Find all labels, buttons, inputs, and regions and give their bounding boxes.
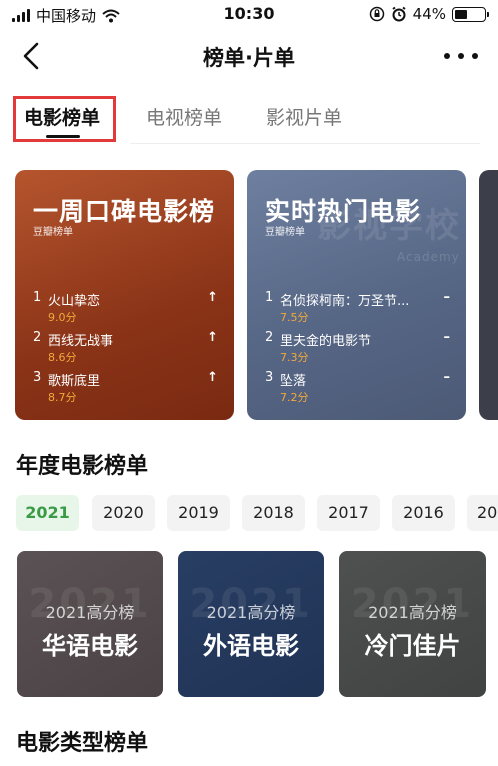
list-item[interactable]: 2 里夫金的电影节 7.3分 – [265, 330, 450, 370]
annual-card-foreign[interactable]: 2021 2021高分榜 外语电影 [178, 551, 324, 697]
year-chip-2018[interactable]: 2018 [242, 495, 305, 531]
movie-score: 7.2分 [280, 391, 309, 404]
annual-card-chinese[interactable]: 2021 2021高分榜 华语电影 [17, 551, 163, 697]
list-item[interactable]: 1 火山挚恋 9.0分 ↑ [33, 290, 218, 330]
year-chip-2021[interactable]: 2021 [16, 495, 79, 531]
movie-score: 7.3分 [280, 351, 309, 364]
trend-up-icon: ↑ [207, 330, 218, 345]
movie-name: 西线无战事 [48, 334, 114, 349]
movie-score: 9.0分 [48, 311, 77, 324]
card-line1: 2021高分榜 [206, 603, 296, 622]
card-line2: 华语电影 [42, 632, 138, 660]
rank-number: 3 [265, 370, 274, 385]
watermark-small-text: Academy [397, 250, 460, 264]
tab-tv-chart[interactable]: 电视榜单 [146, 103, 222, 130]
movie-score: 8.7分 [48, 391, 77, 404]
year-chip-2020[interactable]: 2020 [92, 495, 155, 531]
battery-percent: 44% [412, 5, 446, 23]
list-item[interactable]: 2 西线无战事 8.6分 ↑ [33, 330, 218, 370]
nav-bar: 榜单·片单 [0, 30, 498, 82]
list-item[interactable]: 1 名侦探柯南：万圣节... 7.5分 – [265, 290, 450, 330]
next-chart-card[interactable] [479, 170, 498, 420]
orientation-lock-icon [369, 6, 384, 22]
card-line2: 外语电影 [203, 632, 299, 660]
movie-name: 歌斯底里 [48, 374, 101, 389]
movie-name: 名侦探柯南：万圣节... [280, 294, 410, 309]
weekly-praise-chart-card[interactable]: 一周口碑电影榜 豆瓣榜单 1 火山挚恋 9.0分 ↑ 2 西线无战事 8.6分 … [15, 170, 234, 420]
card-line1: 2021高分榜 [45, 603, 135, 622]
genre-section-title: 电影类型榜单 [16, 731, 149, 756]
trend-flat-icon: – [443, 330, 451, 345]
movie-name: 火山挚恋 [48, 294, 101, 309]
highlight-box [13, 96, 116, 142]
status-right: 44% [369, 5, 489, 23]
movie-name: 坠落 [280, 374, 307, 389]
rank-number: 2 [33, 330, 42, 345]
year-chip-2019[interactable]: 2019 [167, 495, 230, 531]
movie-score: 8.6分 [48, 351, 77, 364]
rank-number: 1 [33, 290, 42, 305]
tab-divider [130, 143, 480, 144]
annual-section-title: 年度电影榜单 [16, 454, 149, 479]
movie-score: 7.5分 [280, 311, 309, 324]
battery-icon [452, 6, 489, 22]
annual-card-niche[interactable]: 2021 2021高分榜 冷门佳片 [339, 551, 486, 697]
rank-number: 2 [265, 330, 274, 345]
list-item[interactable]: 3 坠落 7.2分 – [265, 370, 450, 410]
card-subtitle: 豆瓣榜单 [33, 227, 73, 238]
realtime-hot-movies-card[interactable]: 影视学校 Academy 实时热门电影 豆瓣榜单 1 名侦探柯南：万圣节... … [247, 170, 466, 420]
page-title: 榜单·片单 [203, 46, 295, 70]
list-item[interactable]: 3 歌斯底里 8.7分 ↑ [33, 370, 218, 410]
card-subtitle: 豆瓣榜单 [265, 227, 305, 238]
card-line1: 2021高分榜 [368, 603, 457, 622]
year-chip-partial[interactable]: 20 [467, 495, 498, 531]
year-chip-row: 2021 2020 2019 2018 2017 2016 20 [16, 495, 498, 531]
status-bar: 中国移动 10:30 44% [0, 0, 498, 30]
trend-up-icon: ↑ [207, 370, 218, 385]
rank-number: 3 [33, 370, 42, 385]
rank-number: 1 [265, 290, 274, 305]
alarm-icon [392, 6, 406, 22]
card-line2: 冷门佳片 [364, 632, 461, 660]
tab-film-list[interactable]: 影视片单 [266, 103, 342, 130]
trend-flat-icon: – [443, 370, 451, 385]
more-options-icon[interactable] [444, 44, 478, 68]
year-chip-2016[interactable]: 2016 [392, 495, 455, 531]
trend-flat-icon: – [443, 290, 451, 305]
year-chip-2017[interactable]: 2017 [317, 495, 380, 531]
trend-up-icon: ↑ [207, 290, 218, 305]
movie-name: 里夫金的电影节 [280, 334, 372, 349]
